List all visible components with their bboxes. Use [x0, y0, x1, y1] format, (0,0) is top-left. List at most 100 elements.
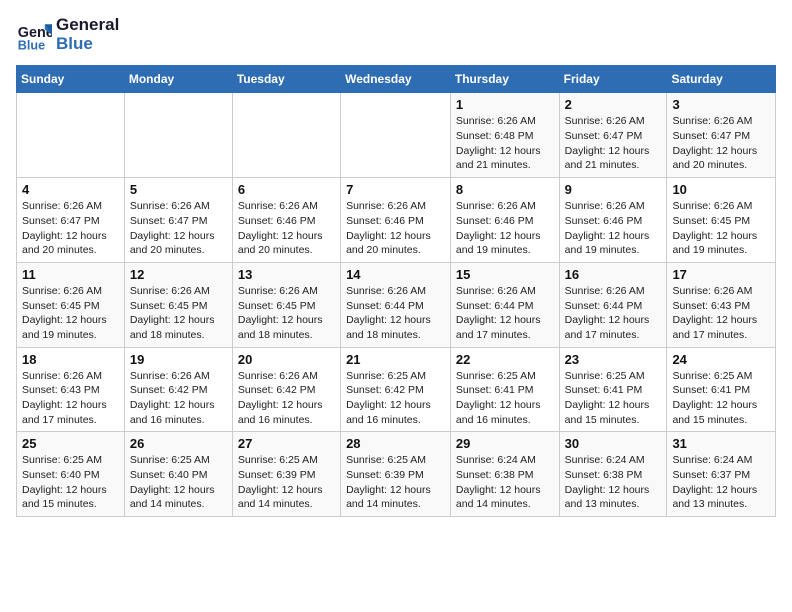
day-info: Sunrise: 6:26 AM Sunset: 6:45 PM Dayligh… [130, 284, 227, 343]
calendar-cell: 16 Sunrise: 6:26 AM Sunset: 6:44 PM Dayli… [559, 262, 667, 347]
week-row-1: 1 Sunrise: 6:26 AM Sunset: 6:48 PM Daylig… [17, 93, 776, 178]
day-info: Sunrise: 6:25 AM Sunset: 6:40 PM Dayligh… [22, 453, 119, 512]
weekday-header-row: SundayMondayTuesdayWednesdayThursdayFrid… [17, 66, 776, 93]
day-info: Sunrise: 6:25 AM Sunset: 6:39 PM Dayligh… [238, 453, 335, 512]
calendar-cell: 26 Sunrise: 6:25 AM Sunset: 6:40 PM Dayli… [124, 432, 232, 517]
calendar-cell: 21 Sunrise: 6:25 AM Sunset: 6:42 PM Dayli… [341, 347, 451, 432]
day-info: Sunrise: 6:26 AM Sunset: 6:42 PM Dayligh… [130, 369, 227, 428]
calendar-cell: 11 Sunrise: 6:26 AM Sunset: 6:45 PM Dayli… [17, 262, 125, 347]
weekday-header-tuesday: Tuesday [232, 66, 340, 93]
day-number: 27 [238, 436, 335, 451]
calendar-cell: 12 Sunrise: 6:26 AM Sunset: 6:45 PM Dayli… [124, 262, 232, 347]
calendar-cell: 5 Sunrise: 6:26 AM Sunset: 6:47 PM Daylig… [124, 178, 232, 263]
day-info: Sunrise: 6:26 AM Sunset: 6:46 PM Dayligh… [346, 199, 445, 258]
day-number: 2 [565, 97, 662, 112]
day-info: Sunrise: 6:26 AM Sunset: 6:45 PM Dayligh… [22, 284, 119, 343]
calendar-cell [341, 93, 451, 178]
calendar-cell: 14 Sunrise: 6:26 AM Sunset: 6:44 PM Dayli… [341, 262, 451, 347]
day-number: 30 [565, 436, 662, 451]
day-info: Sunrise: 6:24 AM Sunset: 6:38 PM Dayligh… [456, 453, 554, 512]
svg-text:Blue: Blue [18, 38, 45, 52]
day-info: Sunrise: 6:26 AM Sunset: 6:45 PM Dayligh… [672, 199, 770, 258]
day-info: Sunrise: 6:26 AM Sunset: 6:45 PM Dayligh… [238, 284, 335, 343]
week-row-5: 25 Sunrise: 6:25 AM Sunset: 6:40 PM Dayli… [17, 432, 776, 517]
calendar-cell: 20 Sunrise: 6:26 AM Sunset: 6:42 PM Dayli… [232, 347, 340, 432]
logo-blue: Blue [56, 35, 119, 54]
calendar-cell: 31 Sunrise: 6:24 AM Sunset: 6:37 PM Dayli… [667, 432, 776, 517]
day-number: 7 [346, 182, 445, 197]
day-info: Sunrise: 6:25 AM Sunset: 6:41 PM Dayligh… [672, 369, 770, 428]
weekday-header-monday: Monday [124, 66, 232, 93]
calendar-cell: 18 Sunrise: 6:26 AM Sunset: 6:43 PM Dayli… [17, 347, 125, 432]
day-info: Sunrise: 6:26 AM Sunset: 6:46 PM Dayligh… [565, 199, 662, 258]
calendar-cell: 27 Sunrise: 6:25 AM Sunset: 6:39 PM Dayli… [232, 432, 340, 517]
calendar-table: SundayMondayTuesdayWednesdayThursdayFrid… [16, 65, 776, 517]
calendar-cell: 15Sunrise: 6:26 AM Sunset: 6:44 PM Dayli… [450, 262, 559, 347]
day-number: 31 [672, 436, 770, 451]
day-number: 26 [130, 436, 227, 451]
day-info: Sunrise: 6:25 AM Sunset: 6:41 PM Dayligh… [456, 369, 554, 428]
day-number: 14 [346, 267, 445, 282]
calendar-cell [124, 93, 232, 178]
day-number: 1 [456, 97, 554, 112]
logo: General Blue General Blue [16, 16, 119, 53]
day-info: Sunrise: 6:24 AM Sunset: 6:37 PM Dayligh… [672, 453, 770, 512]
day-number: 8 [456, 182, 554, 197]
day-number: 21 [346, 352, 445, 367]
day-number: 15 [456, 267, 554, 282]
day-info: Sunrise: 6:26 AM Sunset: 6:48 PM Dayligh… [456, 114, 554, 173]
day-info: Sunrise: 6:26 AM Sunset: 6:44 PM Dayligh… [346, 284, 445, 343]
day-info: Sunrise: 6:26 AM Sunset: 6:43 PM Dayligh… [22, 369, 119, 428]
calendar-cell [232, 93, 340, 178]
calendar-cell: 4 Sunrise: 6:26 AM Sunset: 6:47 PM Daylig… [17, 178, 125, 263]
calendar-cell: 28 Sunrise: 6:25 AM Sunset: 6:39 PM Dayli… [341, 432, 451, 517]
day-info: Sunrise: 6:25 AM Sunset: 6:42 PM Dayligh… [346, 369, 445, 428]
day-number: 18 [22, 352, 119, 367]
weekday-header-wednesday: Wednesday [341, 66, 451, 93]
day-info: Sunrise: 6:26 AM Sunset: 6:46 PM Dayligh… [456, 199, 554, 258]
calendar-cell: 8 Sunrise: 6:26 AM Sunset: 6:46 PM Daylig… [450, 178, 559, 263]
week-row-2: 4 Sunrise: 6:26 AM Sunset: 6:47 PM Daylig… [17, 178, 776, 263]
day-number: 20 [238, 352, 335, 367]
calendar-cell: 9Sunrise: 6:26 AM Sunset: 6:46 PM Daylig… [559, 178, 667, 263]
day-info: Sunrise: 6:25 AM Sunset: 6:41 PM Dayligh… [565, 369, 662, 428]
calendar-cell: 2 Sunrise: 6:26 AM Sunset: 6:47 PM Daylig… [559, 93, 667, 178]
day-info: Sunrise: 6:26 AM Sunset: 6:47 PM Dayligh… [672, 114, 770, 173]
day-number: 16 [565, 267, 662, 282]
day-info: Sunrise: 6:26 AM Sunset: 6:47 PM Dayligh… [130, 199, 227, 258]
day-number: 25 [22, 436, 119, 451]
day-number: 13 [238, 267, 335, 282]
day-number: 3 [672, 97, 770, 112]
day-number: 6 [238, 182, 335, 197]
day-info: Sunrise: 6:25 AM Sunset: 6:39 PM Dayligh… [346, 453, 445, 512]
day-number: 5 [130, 182, 227, 197]
calendar-cell: 10 Sunrise: 6:26 AM Sunset: 6:45 PM Dayli… [667, 178, 776, 263]
day-number: 12 [130, 267, 227, 282]
calendar-cell: 17Sunrise: 6:26 AM Sunset: 6:43 PM Dayli… [667, 262, 776, 347]
day-number: 28 [346, 436, 445, 451]
day-number: 19 [130, 352, 227, 367]
calendar-cell: 30 Sunrise: 6:24 AM Sunset: 6:38 PM Dayli… [559, 432, 667, 517]
day-info: Sunrise: 6:24 AM Sunset: 6:38 PM Dayligh… [565, 453, 662, 512]
day-info: Sunrise: 6:26 AM Sunset: 6:47 PM Dayligh… [22, 199, 119, 258]
day-info: Sunrise: 6:26 AM Sunset: 6:47 PM Dayligh… [565, 114, 662, 173]
day-number: 22 [456, 352, 554, 367]
weekday-header-saturday: Saturday [667, 66, 776, 93]
calendar-cell: 24Sunrise: 6:25 AM Sunset: 6:41 PM Dayli… [667, 347, 776, 432]
logo-general: General [56, 16, 119, 35]
day-number: 4 [22, 182, 119, 197]
day-number: 10 [672, 182, 770, 197]
weekday-header-thursday: Thursday [450, 66, 559, 93]
day-number: 11 [22, 267, 119, 282]
day-info: Sunrise: 6:25 AM Sunset: 6:40 PM Dayligh… [130, 453, 227, 512]
calendar-cell: 25 Sunrise: 6:25 AM Sunset: 6:40 PM Dayli… [17, 432, 125, 517]
day-info: Sunrise: 6:26 AM Sunset: 6:44 PM Dayligh… [565, 284, 662, 343]
calendar-cell [17, 93, 125, 178]
calendar-cell: 22 Sunrise: 6:25 AM Sunset: 6:41 PM Dayli… [450, 347, 559, 432]
calendar-cell: 29Sunrise: 6:24 AM Sunset: 6:38 PM Dayli… [450, 432, 559, 517]
calendar-cell: 19 Sunrise: 6:26 AM Sunset: 6:42 PM Dayli… [124, 347, 232, 432]
day-info: Sunrise: 6:26 AM Sunset: 6:42 PM Dayligh… [238, 369, 335, 428]
calendar-cell: 1 Sunrise: 6:26 AM Sunset: 6:48 PM Daylig… [450, 93, 559, 178]
weekday-header-sunday: Sunday [17, 66, 125, 93]
logo-icon: General Blue [16, 17, 52, 53]
